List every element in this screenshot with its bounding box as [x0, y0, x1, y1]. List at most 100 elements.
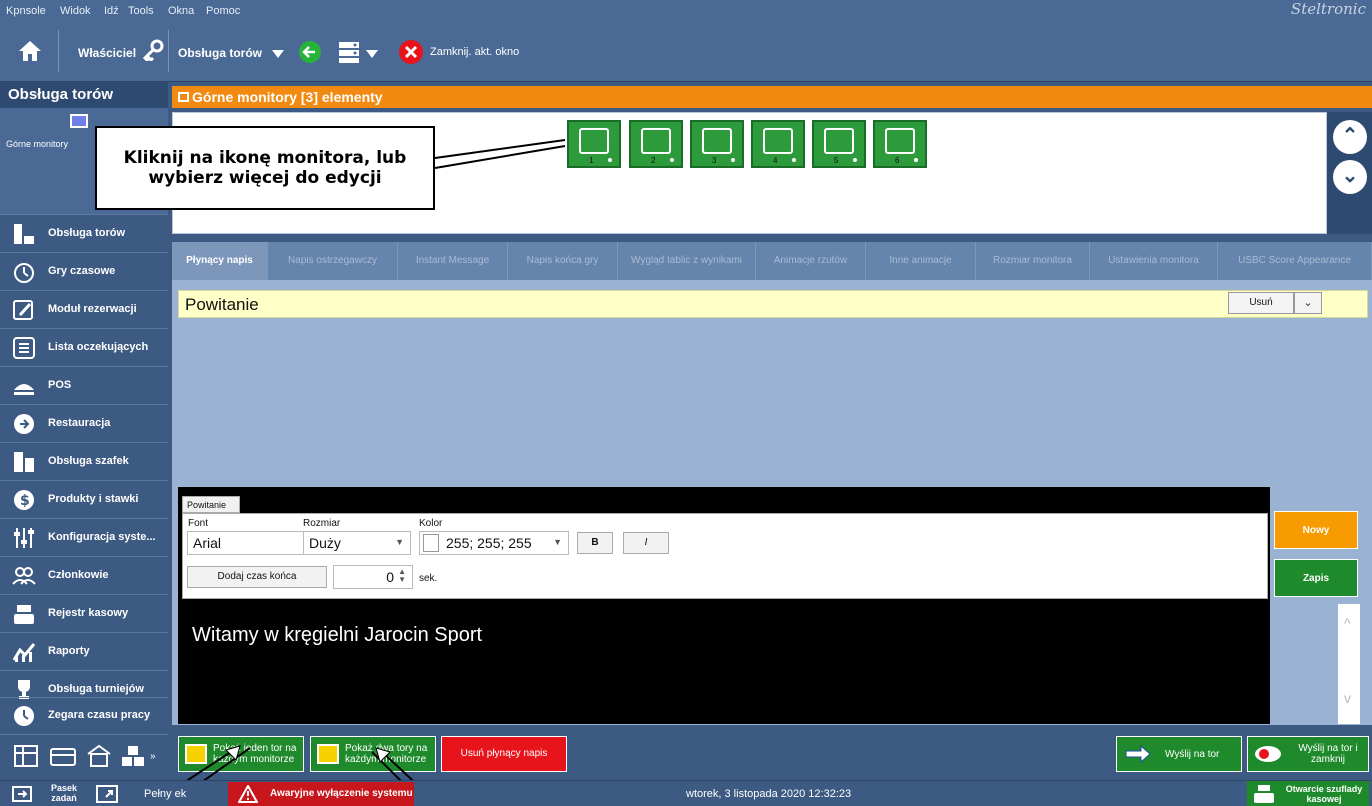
members-icon: [12, 564, 36, 588]
reports-icon: [12, 640, 36, 664]
sidebar-item-label: Rejestr kasowy: [48, 607, 129, 619]
taskbar-label[interactable]: Pasek zadań: [42, 783, 86, 803]
clock-icon: [12, 704, 36, 728]
sidebar-item-reservations[interactable]: Moduł rezerwacji: [0, 290, 168, 328]
delete-select[interactable]: Usuń: [1228, 292, 1294, 314]
sidebar-item-label: Gry czasowe: [48, 265, 116, 277]
datetime: wtorek, 3 listopada 2020 12:32:23: [686, 788, 852, 800]
monitor-2-button[interactable]: 2: [629, 120, 683, 168]
sidebar-item-label: Moduł rezerwacji: [48, 303, 137, 315]
save-button[interactable]: Zapis: [1274, 559, 1358, 597]
chevron-down-icon: ▼: [395, 537, 404, 547]
tab-instant-message[interactable]: Instant Message: [398, 242, 508, 280]
sidebar-item-label: Obsługa turniejów: [48, 683, 144, 695]
size-value: Duży: [309, 535, 341, 551]
color-label: Kolor: [419, 518, 443, 529]
tab-monitor-size[interactable]: Rozmiar monitora: [976, 242, 1090, 280]
sidebar-item-cash-register[interactable]: Rejestr kasowy: [0, 594, 168, 632]
monitor-3-button[interactable]: 3: [690, 120, 744, 168]
reservation-icon: [12, 298, 36, 322]
fullscreen-label[interactable]: Pełny ek: [144, 788, 186, 800]
monitor-6-button[interactable]: 6: [873, 120, 927, 168]
sidebar-item-lockers[interactable]: Obsługa szafek: [0, 442, 168, 480]
restaurant-icon: [12, 412, 36, 436]
bold-button[interactable]: B: [577, 532, 613, 554]
chevron-down-icon[interactable]: ⌄: [1294, 292, 1322, 314]
tab-marquee[interactable]: Płynący napis: [172, 242, 268, 280]
message-list-row[interactable]: Powitanie: [178, 290, 1368, 318]
timer-icon: [12, 260, 36, 284]
send-to-lane-label: Wyślij na tor: [1165, 749, 1220, 760]
waiting-list-icon: [12, 336, 36, 360]
send-to-lane-button[interactable]: Wyślij na tor: [1116, 736, 1242, 772]
tab-game-end[interactable]: Napis końca gry: [508, 242, 618, 280]
monitor-number: 4: [773, 156, 778, 165]
sidebar-item-config[interactable]: Konfiguracja syste...: [0, 518, 168, 556]
monitor-number: 3: [712, 156, 717, 165]
config-icon: [12, 526, 36, 550]
seconds-value: 0: [386, 569, 394, 585]
instruction-callout: Kliknij na ikonę monitora, lub wybierz w…: [95, 126, 435, 210]
scroll-up-icon[interactable]: ^: [1344, 615, 1351, 631]
status-bar: Pasek zadań Pełny ek wtorek, 3 listopada…: [0, 780, 1372, 806]
tab-other-animations[interactable]: Inne animacje: [866, 242, 976, 280]
marquee-preview-text[interactable]: Witamy w kręgielni Jarocin Sport: [192, 624, 482, 647]
sidebar-item-timed-games[interactable]: Gry czasowe: [0, 252, 168, 290]
color-select[interactable]: 255; 255; 255 ▼: [419, 531, 569, 555]
cash-register-icon: [12, 602, 36, 626]
sidebar-item-waiting-list[interactable]: Lista oczekujących: [0, 328, 168, 366]
sidebar-item-products[interactable]: $ Produkty i stawki: [0, 480, 168, 518]
size-label: Rozmiar: [303, 518, 341, 529]
new-button[interactable]: Nowy: [1274, 511, 1358, 549]
italic-button[interactable]: I: [623, 532, 669, 554]
drawer-label: Otwarcie szuflady kasowej: [1285, 784, 1363, 804]
sidebar-item-label: Produkty i stawki: [48, 493, 139, 505]
stepper-arrows-icon[interactable]: ▲ ▼: [398, 568, 406, 584]
sidebar-item-label: Zegara czasu pracy: [48, 709, 151, 721]
sidebar-item-label: Raporty: [48, 645, 90, 657]
sidebar-item-label: Restauracja: [48, 417, 111, 429]
font-value: Arial: [193, 535, 222, 551]
scroll-down-icon[interactable]: v: [1344, 690, 1351, 706]
send-arrow-icon: [1125, 745, 1151, 763]
tab-monitor-settings[interactable]: Ustawienia monitora: [1090, 242, 1218, 280]
monitor-number: 6: [895, 156, 900, 165]
fullscreen-icon[interactable]: [96, 785, 118, 803]
editor-tab[interactable]: Powitanie: [182, 496, 240, 513]
sidebar-item-label: POS: [48, 379, 72, 391]
format-panel: Font Arial ▼ Rozmiar Duży ▼ Kolor 255; 255…: [182, 513, 1268, 599]
add-end-time-button[interactable]: Dodaj czas końca: [187, 566, 327, 588]
scroll-up-icon[interactable]: ⌃: [1333, 120, 1367, 154]
shop-icon[interactable]: [86, 744, 112, 768]
taskbar-icon[interactable]: [12, 786, 32, 802]
open-cash-drawer-button[interactable]: Otwarcie szuflady kasowej: [1247, 781, 1369, 806]
send-and-close-label: Wyślij na tor i zamknij: [1298, 743, 1358, 765]
sidebar-item-restaurant[interactable]: Restauracja: [0, 404, 168, 442]
grid-icon[interactable]: [14, 745, 38, 767]
sidebar-item-reports[interactable]: Raporty: [0, 632, 168, 670]
seconds-stepper[interactable]: 0 ▲ ▼: [333, 565, 413, 589]
color-swatch: [423, 534, 439, 552]
sidebar-item-pos[interactable]: POS: [0, 366, 168, 404]
emergency-shutdown-button[interactable]: Awaryjne wyłączenie systemu: [228, 782, 414, 806]
seconds-unit: sek.: [419, 573, 438, 584]
sidebar-item-label: Konfiguracja syste...: [48, 531, 156, 543]
color-value: 255; 255; 255: [446, 535, 532, 551]
monitor-number: 5: [834, 156, 839, 165]
monitor-5-button[interactable]: 5: [812, 120, 866, 168]
wallet-icon[interactable]: [50, 745, 76, 767]
sidebar-item-members[interactable]: Członkowie: [0, 556, 168, 594]
sidebar-item-time-clock[interactable]: Zegara czasu pracy: [0, 697, 168, 734]
send-close-icon: [1255, 746, 1281, 762]
tab-usbc-score[interactable]: USBC Score Appearance: [1218, 242, 1372, 280]
size-select[interactable]: Duży ▼: [303, 531, 411, 555]
lockers-icon: [12, 450, 36, 474]
tab-scoreboard-look[interactable]: Wygląd tablic z wynikami: [618, 242, 756, 280]
brand-logo: Steltronic: [1290, 0, 1366, 18]
tab-warning[interactable]: Napis ostrzegawczy: [268, 242, 398, 280]
emergency-label: Awaryjne wyłączenie systemu: [270, 788, 413, 799]
scroll-down-icon[interactable]: ⌄: [1333, 160, 1367, 194]
monitor-4-button[interactable]: 4: [751, 120, 805, 168]
tab-throw-animations[interactable]: Animacje rzutów: [756, 242, 866, 280]
send-and-close-button[interactable]: Wyślij na tor i zamknij: [1247, 736, 1369, 772]
